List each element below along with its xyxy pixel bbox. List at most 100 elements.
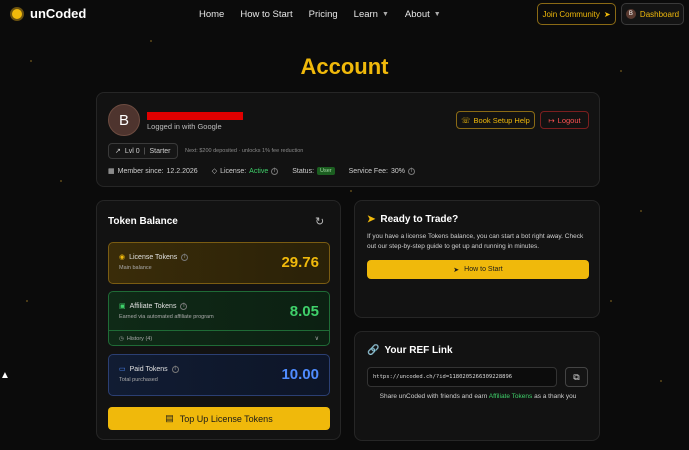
- affiliate-tokens-value: 8.05: [289, 303, 319, 320]
- affiliate-tokens-label: Affiliate Tokens: [129, 302, 177, 310]
- copy-button[interactable]: ⧉: [565, 367, 588, 387]
- affiliate-tokens-box: ▣ Affiliate Tokens i Earned via automate…: [108, 291, 330, 346]
- info-icon[interactable]: i: [171, 365, 179, 373]
- clock-icon: ◷: [119, 335, 124, 342]
- ready-text: If you have a license Tokens balance, yo…: [367, 233, 584, 250]
- nav-home[interactable]: Home: [199, 9, 224, 20]
- ready-title-label: Ready to Trade?: [380, 214, 459, 225]
- level: Lvl 0: [124, 147, 140, 155]
- profile-card: B Logged in with Google ☏ Book Setup Hel…: [96, 92, 600, 187]
- credit-card-icon: ▭: [119, 366, 126, 373]
- info-icon[interactable]: i: [271, 167, 279, 175]
- phone-icon: ☏: [461, 115, 471, 125]
- link-icon: 🔗: [367, 345, 380, 356]
- avatar: B: [625, 9, 636, 19]
- logout-button[interactable]: ↦ Logout: [540, 111, 589, 129]
- separator: |: [143, 147, 146, 155]
- member-since-label: Member since:: [117, 167, 164, 175]
- level-badge: ↗ Lvl 0 | Starter: [108, 143, 178, 159]
- fee-label: Service Fee:: [348, 167, 388, 175]
- info-icon[interactable]: i: [407, 167, 415, 175]
- rocket-icon: ➤: [367, 214, 376, 225]
- fee-value: 30%: [390, 167, 405, 175]
- logout-icon: ↦: [548, 115, 555, 125]
- paid-tokens-label: Paid Tokens: [129, 365, 168, 373]
- chevron-down-icon: ▼: [433, 11, 441, 18]
- license-label: License:: [220, 167, 247, 175]
- history-label: History (4): [126, 335, 153, 342]
- refresh-icon[interactable]: ↻: [315, 215, 324, 228]
- nav-about[interactable]: About ▼: [405, 9, 441, 20]
- calendar-icon: ▦: [108, 168, 115, 175]
- avatar: B: [108, 104, 140, 136]
- member-since: ▦ Member since: 12.2.2026: [108, 167, 198, 176]
- tier: Starter: [149, 147, 171, 155]
- member-since-value: 12.2.2026: [166, 167, 198, 175]
- user-status: Status: User: [292, 167, 335, 175]
- nav-links: Home How to Start Pricing Learn ▼ About ▼: [199, 9, 457, 20]
- nav-about-label: About: [404, 9, 430, 20]
- ready-title: ➤ Ready to Trade?: [367, 214, 458, 225]
- nav-learn-label: Learn: [353, 9, 378, 20]
- brand-name: unCoded: [30, 6, 87, 21]
- login-method: Logged in with Google: [147, 122, 222, 131]
- gift-icon: ▣: [119, 303, 126, 310]
- chevron-down-icon: ∨: [314, 336, 319, 342]
- setup-help-label: Book Setup Help: [473, 115, 530, 125]
- paid-tokens-box: ▭ Paid Tokens i Total purchased 10.00: [108, 354, 330, 396]
- license-value: Active: [249, 167, 269, 175]
- ref-link-field[interactable]: https://uncoded.ch/?id=11802052663092288…: [367, 367, 557, 387]
- logo[interactable]: unCoded: [10, 6, 86, 21]
- info-icon[interactable]: i: [180, 302, 188, 310]
- share-highlight: Affiliate Tokens: [488, 393, 533, 400]
- license-tokens-label: License Tokens: [129, 253, 178, 261]
- dashboard-button[interactable]: B Dashboard: [621, 3, 684, 25]
- service-fee: Service Fee: 30% i: [348, 167, 415, 175]
- paid-tokens-name: ▭ Paid Tokens i: [119, 365, 179, 373]
- copy-icon: ⧉: [573, 371, 580, 382]
- page-title: Account: [300, 54, 389, 79]
- history-toggle[interactable]: ◷ History (4) ∨: [109, 330, 329, 346]
- nav-learn[interactable]: Learn ▼: [354, 9, 389, 20]
- nav-pricing[interactable]: Pricing: [309, 9, 338, 20]
- ref-title-label: Your REF Link: [384, 345, 453, 356]
- nav-how-to-start[interactable]: How to Start: [240, 9, 292, 20]
- send-icon: ➤: [603, 9, 611, 19]
- license-tokens-value: 29.76: [281, 254, 319, 271]
- share-prefix: Share unCoded with friends and earn: [379, 393, 488, 400]
- top-nav: unCoded Home How to Start Pricing Learn ▼…: [0, 0, 689, 30]
- mouse-cursor-icon: ▲: [0, 370, 10, 381]
- dashboard-label: Dashboard: [639, 9, 680, 19]
- account-meta: ▦ Member since: 12.2.2026 ◇ License: Act…: [108, 167, 429, 175]
- ref-link-card: 🔗 Your REF Link https://uncoded.ch/?id=1…: [354, 331, 600, 441]
- license-tokens-sub: Main balance: [119, 265, 152, 271]
- ref-share-text: Share unCoded with friends and earn Affi…: [355, 393, 601, 400]
- affiliate-tokens-name: ▣ Affiliate Tokens i: [119, 302, 188, 310]
- join-community-button[interactable]: Join Community ➤: [537, 3, 616, 25]
- next-level-note: Next: $200 deposited · unlocks 1% fee re…: [185, 148, 304, 154]
- coins-icon: ◉: [119, 254, 126, 261]
- affiliate-tokens-sub: Earned via automated affiliate program: [119, 314, 214, 320]
- top-up-label: Top Up License Tokens: [179, 413, 273, 424]
- book-setup-help-button[interactable]: ☏ Book Setup Help: [456, 111, 535, 129]
- how-to-start-button[interactable]: ➤ How to Start: [367, 260, 589, 279]
- shield-icon: ◇: [211, 168, 218, 175]
- info-icon[interactable]: i: [181, 253, 189, 261]
- license-tokens-name: ◉ License Tokens i: [119, 253, 189, 261]
- license-tokens-box: ◉ License Tokens i Main balance 29.76: [108, 242, 330, 284]
- how-to-start-label: How to Start: [464, 266, 503, 273]
- top-up-button[interactable]: ▤ Top Up License Tokens: [108, 407, 330, 430]
- chevron-down-icon: ▼: [381, 11, 389, 18]
- token-balance-title: Token Balance: [108, 216, 178, 227]
- paid-tokens-value: 10.00: [281, 366, 319, 383]
- redacted-name: [147, 112, 243, 120]
- status-badge: User: [317, 167, 335, 175]
- status-label: Status:: [292, 167, 315, 175]
- token-balance-card: Token Balance ↻ ◉ License Tokens i Main …: [96, 200, 341, 440]
- ref-title: 🔗 Your REF Link: [367, 345, 453, 356]
- trend-icon: ↗: [115, 148, 121, 155]
- ready-to-trade-card: ➤ Ready to Trade? If you have a license …: [354, 200, 600, 318]
- logout-label: Logout: [557, 115, 581, 125]
- wallet-icon: ▤: [165, 413, 174, 423]
- rocket-icon: ➤: [453, 266, 460, 274]
